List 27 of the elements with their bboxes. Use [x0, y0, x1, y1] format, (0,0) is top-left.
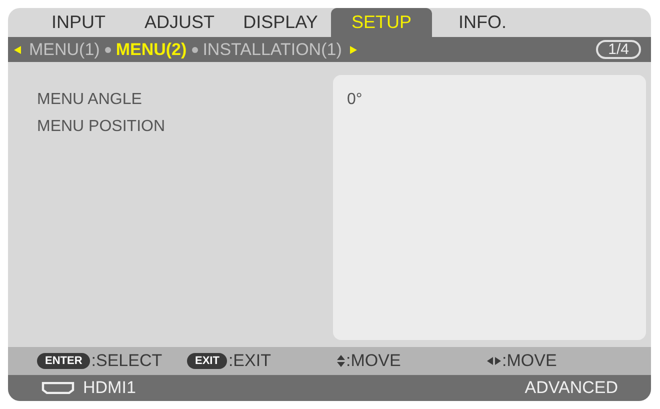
left-right-arrows-icon — [487, 357, 501, 365]
menu-tab[interactable]: SETUP — [331, 8, 432, 37]
menu-tab[interactable]: ADJUST — [129, 8, 230, 37]
menu-tab[interactable]: DISPLAY — [230, 8, 331, 37]
input-source: HDMI1 — [83, 377, 136, 400]
left-arrow-icon[interactable] — [14, 46, 21, 54]
key-badge: ENTER — [37, 353, 90, 369]
setting-label[interactable]: MENU POSITION — [37, 117, 333, 136]
key-badge: EXIT — [187, 353, 228, 369]
hint-label: :MOVE — [346, 350, 401, 372]
dot-icon — [104, 46, 111, 52]
setting-label[interactable]: MENU ANGLE — [37, 90, 333, 109]
menu-tab[interactable]: INPUT — [28, 8, 129, 37]
mode-label: ADVANCED — [524, 377, 618, 400]
dot-icon — [192, 46, 198, 52]
page-counter: 1/4 — [596, 40, 641, 59]
hint-label: :MOVE — [502, 350, 557, 372]
hdmi-port-icon — [41, 382, 75, 394]
subtab[interactable]: INSTALLATION(1) — [202, 36, 342, 62]
right-arrow-icon[interactable] — [350, 46, 357, 54]
up-down-arrows-icon — [337, 355, 345, 367]
subtab[interactable]: MENU(2) — [116, 36, 187, 62]
setting-value: 0° — [347, 90, 364, 109]
menu-tab[interactable]: INFO. — [432, 8, 533, 37]
hint-label: :SELECT — [91, 350, 162, 372]
subtab[interactable]: MENU(1) — [29, 36, 100, 62]
hint-label: :EXIT — [228, 350, 271, 372]
